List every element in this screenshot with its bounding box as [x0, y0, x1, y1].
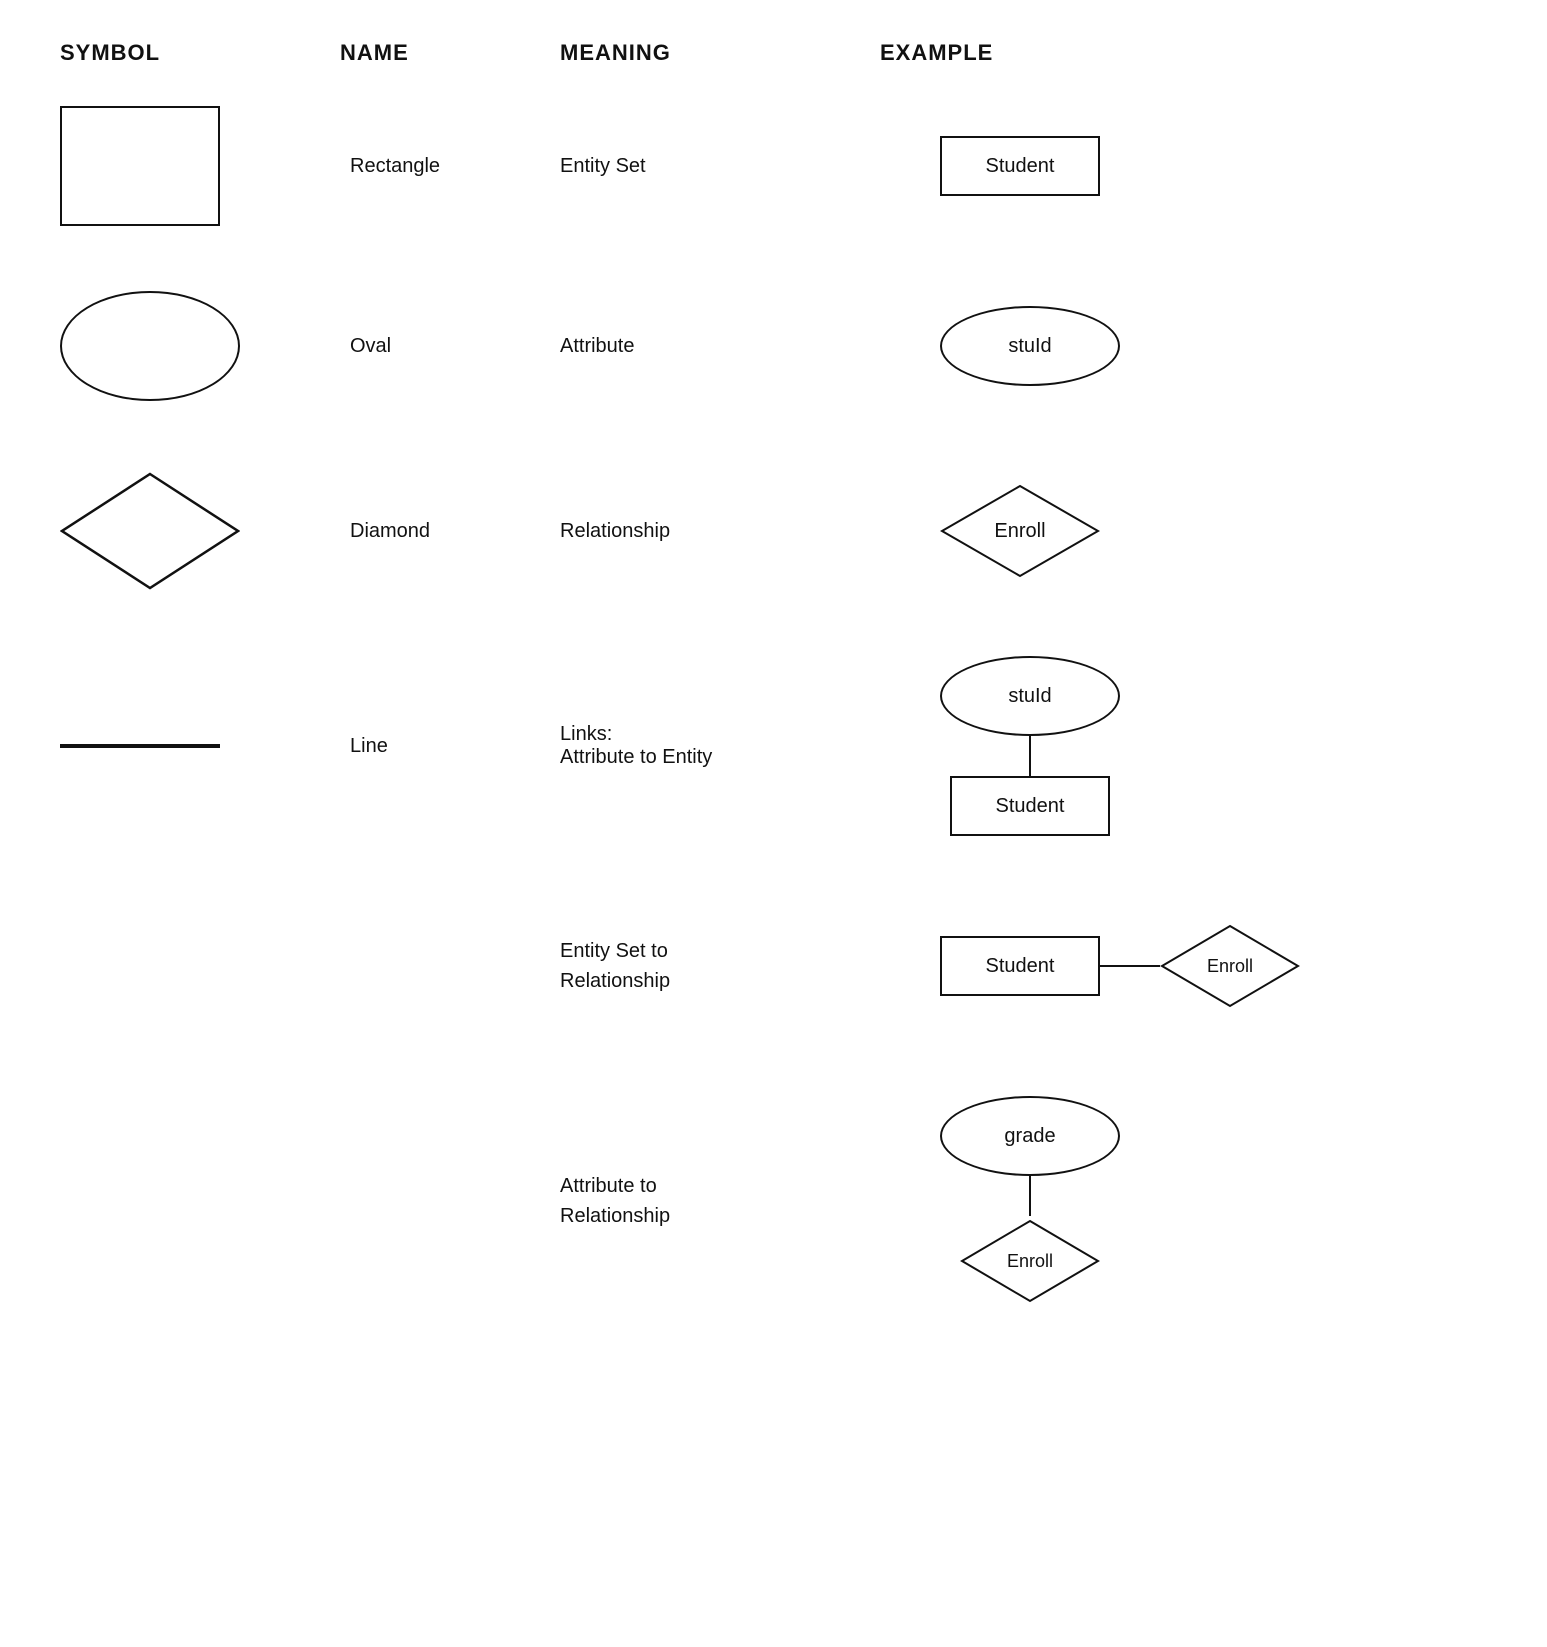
- example-cell-oval: stuId: [880, 306, 1487, 386]
- example-line-rect-label: Student: [996, 795, 1065, 818]
- attr-rel-oval: grade: [940, 1096, 1120, 1176]
- meaning-cell-entity-rel: Entity Set to Relationship: [560, 936, 880, 996]
- symbol-cell-rect: [60, 106, 340, 226]
- example-line-oval: stuId: [940, 656, 1120, 736]
- col-example-header: EXAMPLE: [880, 40, 1487, 66]
- col-name-header: NAME: [340, 40, 560, 66]
- example-line-oval-label: stuId: [1008, 685, 1051, 708]
- table-row: Rectangle Entity Set Student: [60, 106, 1487, 226]
- symbol-cell-oval: [60, 291, 340, 401]
- col-meaning-header: MEANING: [560, 40, 880, 66]
- example-oval-label: stuId: [1008, 335, 1051, 358]
- name-cell-diamond: Diamond: [340, 520, 560, 543]
- oval-symbol: [60, 291, 240, 401]
- svg-text:Enroll: Enroll: [1207, 956, 1253, 976]
- attr-rel-diagram: grade Enroll: [940, 1096, 1120, 1306]
- meaning-cell-line: Links: Attribute to Entity: [560, 723, 880, 769]
- example-cell-line: stuId Student: [880, 656, 1487, 836]
- entity-rel-diamond: Enroll: [1160, 921, 1300, 1011]
- meaning-cell-rect: Entity Set: [560, 155, 880, 178]
- example-cell-rect: Student: [880, 136, 1487, 196]
- svg-text:Enroll: Enroll: [1007, 1251, 1053, 1271]
- example-oval-stuid: stuId: [940, 306, 1120, 386]
- name-cell-line: Line: [340, 735, 560, 758]
- meaning-cell-oval: Attribute: [560, 335, 880, 358]
- attr-rel-oval-label: grade: [1004, 1125, 1055, 1148]
- meaning-entity-rel-line1: Entity Set to: [560, 936, 880, 966]
- meaning-cell-attr-rel: Attribute to Relationship: [560, 1171, 880, 1231]
- svg-text:Enroll: Enroll: [994, 520, 1045, 542]
- page: SYMBOL NAME MEANING EXAMPLE Rectangle En…: [0, 0, 1547, 1406]
- example-rect-student: Student: [940, 136, 1100, 196]
- example-diamond-enroll: Enroll: [940, 481, 1100, 581]
- entity-rel-connector: [1100, 965, 1160, 967]
- table-row: Entity Set to Relationship Student Enrol…: [60, 896, 1487, 1036]
- line-linked-example: stuId Student: [940, 656, 1120, 836]
- meaning-attr-rel-line2: Relationship: [560, 1201, 880, 1231]
- col-symbol-header: SYMBOL: [60, 40, 340, 66]
- attr-rel-diamond: Enroll: [960, 1216, 1100, 1306]
- rectangle-symbol: [60, 106, 220, 226]
- example-cell-attr-rel: grade Enroll: [880, 1096, 1487, 1306]
- table-row: Oval Attribute stuId: [60, 286, 1487, 406]
- example-line-rect: Student: [950, 776, 1110, 836]
- symbol-cell-line: [60, 744, 340, 748]
- entity-rel-rect: Student: [940, 936, 1100, 996]
- meaning-attr-rel-line1: Attribute to: [560, 1171, 880, 1201]
- meaning-line1: Links:: [560, 723, 880, 746]
- meaning-entity-rel-line2: Relationship: [560, 966, 880, 996]
- table-header: SYMBOL NAME MEANING EXAMPLE: [60, 40, 1487, 76]
- diamond-symbol: [60, 466, 240, 596]
- entity-rel-rect-label: Student: [986, 955, 1055, 978]
- entity-rel-diagram: Student Enroll: [940, 921, 1300, 1011]
- connector-line: [1029, 736, 1031, 776]
- meaning-line2: Attribute to Entity: [560, 746, 880, 769]
- symbol-cell-diamond: [60, 466, 340, 596]
- meaning-cell-diamond: Relationship: [560, 520, 880, 543]
- attr-rel-connector: [1029, 1176, 1031, 1216]
- example-rect-label: Student: [986, 155, 1055, 178]
- example-cell-diamond: Enroll: [880, 481, 1487, 581]
- table-row: Diamond Relationship Enroll: [60, 466, 1487, 596]
- name-cell-rect: Rectangle: [340, 155, 560, 178]
- name-cell-oval: Oval: [340, 335, 560, 358]
- line-symbol: [60, 744, 220, 748]
- table-row: Line Links: Attribute to Entity stuId St…: [60, 656, 1487, 836]
- table-row: Attribute to Relationship grade Enroll: [60, 1096, 1487, 1306]
- example-cell-entity-rel: Student Enroll: [880, 921, 1487, 1011]
